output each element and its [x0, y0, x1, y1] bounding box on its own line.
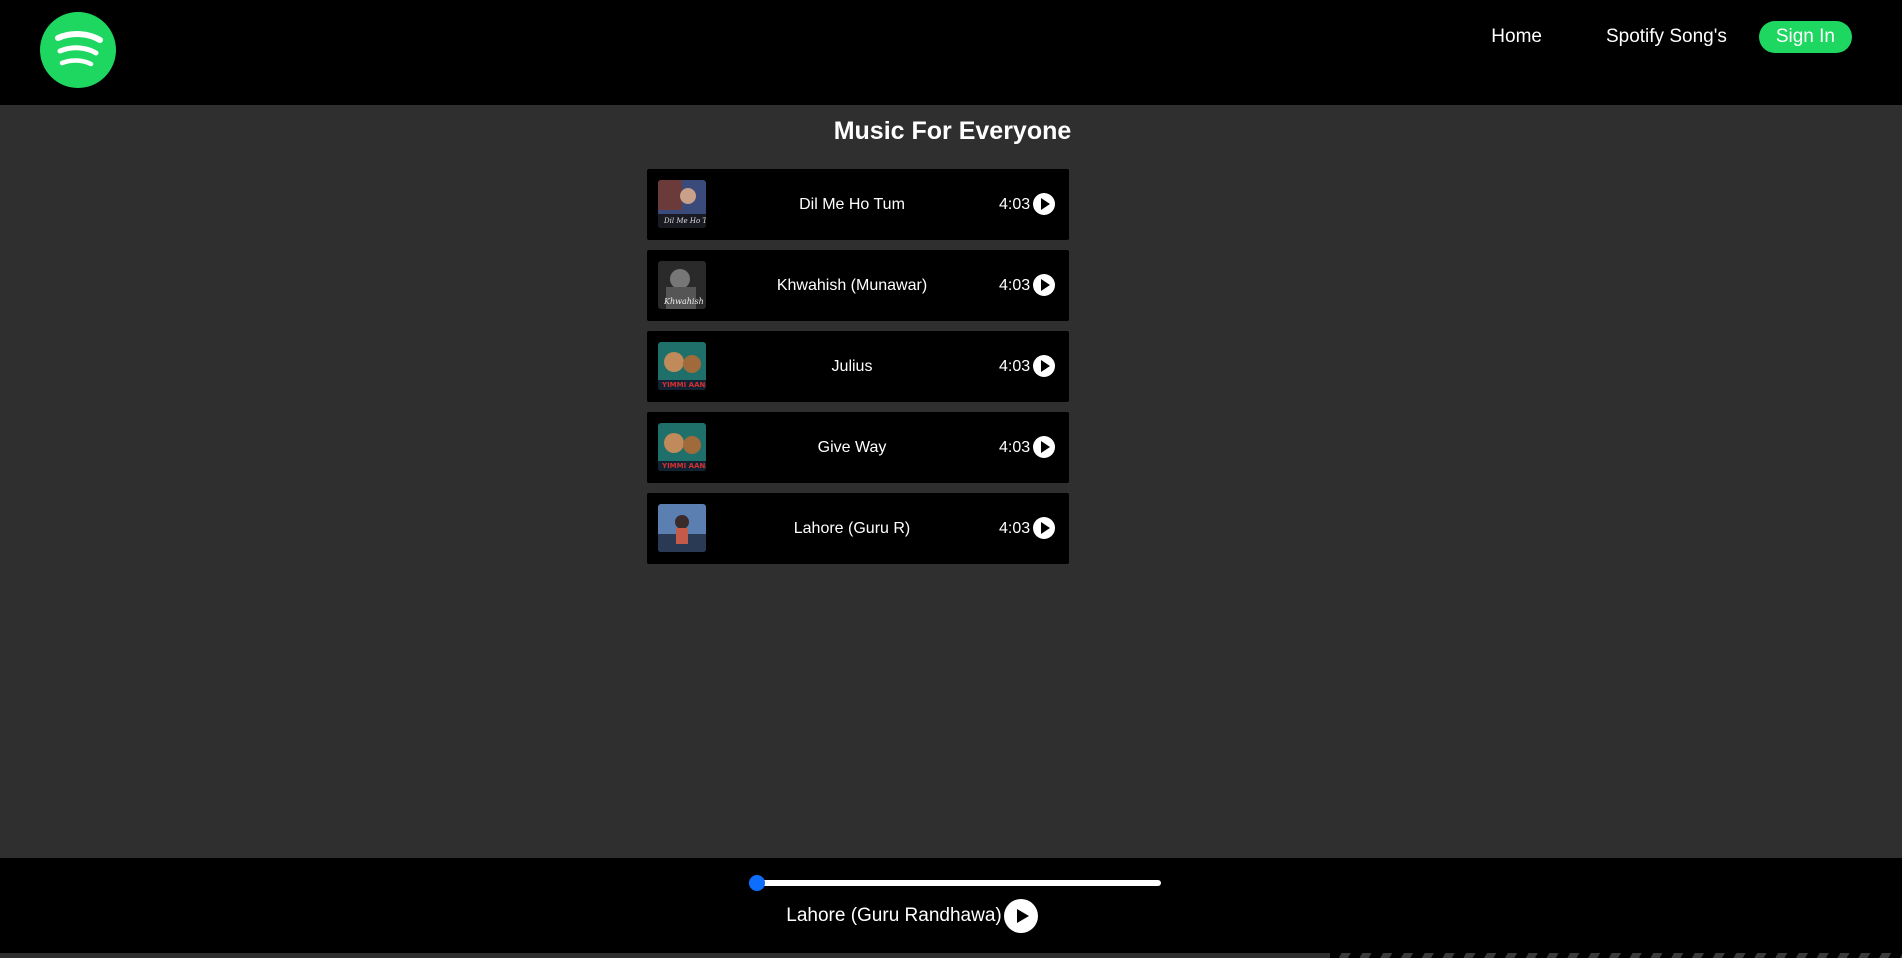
song-name: Khwahish (Munawar): [776, 277, 928, 294]
svg-text:Khwahish: Khwahish: [663, 297, 704, 306]
song-name: Give Way: [817, 439, 887, 456]
song-cover-image: YIMMI AANA: [658, 423, 706, 471]
navbar: Home Spotify Song's Sign In: [0, 0, 1902, 105]
song-name: Julius: [831, 358, 873, 375]
song-cover-image: [658, 504, 706, 552]
player-bar: Lahore (Guru Randhawa): [0, 858, 1902, 958]
now-playing-title: Lahore (Guru Randhawa): [786, 905, 1002, 926]
nav-link-spotify-songs[interactable]: Spotify Song's: [1606, 22, 1727, 52]
song-cover-image: Dil Me Ho Tum: [658, 180, 706, 228]
play-circle-icon[interactable]: [1033, 274, 1055, 296]
song-cover-image: YIMMI AANA: [658, 342, 706, 390]
bottom-divider: [0, 953, 1902, 958]
song-cover-image: Khwahish: [658, 261, 706, 309]
play-circle-icon[interactable]: [1033, 355, 1055, 377]
page-title-text: Music For Everyone: [833, 117, 1072, 145]
nav-link-home[interactable]: Home: [1491, 22, 1542, 52]
song-duration: 4:03: [999, 520, 1031, 537]
song-name: Dil Me Ho Tum: [799, 196, 905, 213]
sign-in-button[interactable]: Sign In: [1758, 21, 1852, 53]
song-duration: 4:03: [999, 358, 1031, 375]
song-list: Dil Me Ho Tum Dil Me Ho Tum 4:03 Khwahis…: [647, 169, 1069, 574]
svg-text:YIMMI AANA: YIMMI AANA: [661, 462, 706, 470]
svg-text:YIMMI AANA: YIMMI AANA: [661, 381, 706, 389]
play-circle-icon[interactable]: [1033, 517, 1055, 539]
spotify-logo-icon[interactable]: [40, 12, 116, 88]
song-item[interactable]: YIMMI AANA Julius 4:03: [647, 331, 1069, 402]
song-duration: 4:03: [999, 439, 1031, 456]
page-title: Music For Everyone: [0, 117, 1902, 146]
play-circle-icon[interactable]: [1004, 899, 1038, 933]
svg-text:Dil Me Ho Tum: Dil Me Ho Tum: [663, 217, 706, 225]
song-item[interactable]: YIMMI AANA Give Way 4:03: [647, 412, 1069, 483]
song-duration: 4:03: [999, 277, 1031, 294]
play-circle-icon[interactable]: [1033, 193, 1055, 215]
progress-slider[interactable]: [749, 875, 1161, 891]
song-duration: 4:03: [999, 196, 1031, 213]
nav-links: Home Spotify Song's Sign In: [1491, 21, 1852, 53]
progress-thumb[interactable]: [749, 875, 765, 891]
song-item[interactable]: Lahore (Guru R) 4:03: [647, 493, 1069, 564]
song-item[interactable]: Dil Me Ho Tum Dil Me Ho Tum 4:03: [647, 169, 1069, 240]
song-name: Lahore (Guru R): [793, 520, 911, 537]
play-circle-icon[interactable]: [1033, 436, 1055, 458]
song-item[interactable]: Khwahish Khwahish (Munawar) 4:03: [647, 250, 1069, 321]
